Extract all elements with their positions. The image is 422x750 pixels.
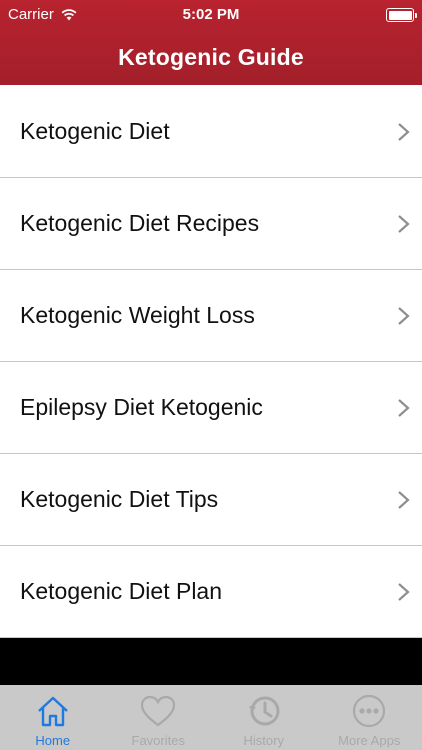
list-item-label: Epilepsy Diet Ketogenic	[20, 394, 263, 420]
list-item-ketogenic-diet-recipes[interactable]: Ketogenic Diet Recipes	[0, 178, 422, 270]
more-dots-icon	[353, 694, 386, 728]
list-item-epilepsy-diet-ketogenic[interactable]: Epilepsy Diet Ketogenic	[0, 362, 422, 454]
tab-home[interactable]: Home	[0, 685, 106, 750]
list-item-ketogenic-diet-tips[interactable]: Ketogenic Diet Tips	[0, 454, 422, 546]
tab-label: Favorites	[131, 733, 185, 748]
page-title: Ketogenic Guide	[118, 44, 304, 70]
tab-history[interactable]: History	[211, 685, 317, 750]
tab-label: Home	[35, 733, 71, 748]
heart-icon	[141, 695, 176, 727]
chevron-right-icon	[398, 215, 410, 233]
battery-icon	[386, 8, 417, 22]
status-bar: Carrier 5:02 PM	[0, 0, 422, 30]
tab-more-apps[interactable]: More Apps	[317, 685, 422, 750]
tab-bar: Home Favorites History More Apps	[0, 685, 422, 750]
tab-label: History	[243, 733, 284, 748]
chevron-right-icon	[398, 399, 410, 417]
list-item-label: Ketogenic Weight Loss	[20, 302, 255, 328]
status-time: 5:02 PM	[182, 6, 240, 23]
ad-banner-area	[0, 638, 422, 685]
list-item-ketogenic-diet[interactable]: Ketogenic Diet	[0, 86, 422, 178]
chevron-right-icon	[398, 491, 410, 509]
chevron-right-icon	[398, 123, 410, 141]
home-icon	[37, 696, 68, 727]
list-item-ketogenic-weight-loss[interactable]: Ketogenic Weight Loss	[0, 270, 422, 362]
tab-favorites[interactable]: Favorites	[106, 685, 212, 750]
list-item-label: Ketogenic Diet Plan	[20, 578, 223, 604]
tab-label: More Apps	[338, 733, 401, 748]
history-clock-icon	[248, 696, 280, 726]
list-item-ketogenic-diet-plan[interactable]: Ketogenic Diet Plan	[0, 546, 422, 638]
list-item-label: Ketogenic Diet Tips	[20, 486, 219, 512]
menu-list: Ketogenic Diet Ketogenic Diet Recipes Ke…	[0, 86, 422, 638]
list-item-label: Ketogenic Diet	[20, 118, 170, 144]
list-item-label: Ketogenic Diet Recipes	[20, 210, 260, 236]
chevron-right-icon	[398, 307, 410, 325]
chevron-right-icon	[398, 583, 410, 601]
app-header: Carrier 5:02 PM Ketogenic Guide	[0, 0, 422, 85]
